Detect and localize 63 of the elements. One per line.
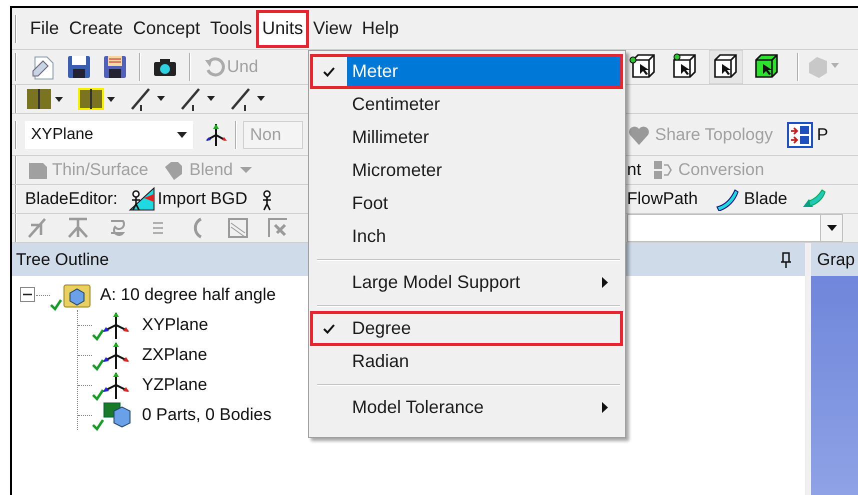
parameter-button[interactable]: P <box>786 122 828 148</box>
parameter-icon <box>786 122 813 148</box>
menu-label: Degree <box>352 317 412 340</box>
menu-item[interactable]: Micrometer <box>311 154 622 187</box>
axes-icon[interactable] <box>203 122 229 148</box>
menu-item[interactable]: Inch <box>311 220 622 253</box>
menu-item[interactable]: Radian <box>311 345 622 378</box>
menu-label: Radian <box>352 350 410 373</box>
menu-item[interactable]: Millimeter <box>311 121 622 154</box>
save-as-icon[interactable] <box>101 53 129 81</box>
check-icon <box>323 66 335 76</box>
submenu-arrow-icon <box>602 402 608 413</box>
menu-item[interactable]: Foot <box>311 187 622 220</box>
sketch-value: Non <box>250 124 282 146</box>
menu-item[interactable]: Units <box>257 10 308 46</box>
menu-item[interactable]: Model Tolerance <box>311 391 622 424</box>
menu-item[interactable]: Help <box>356 10 404 46</box>
import-bgd-button[interactable]: Import BGD <box>128 186 248 212</box>
menu-item[interactable]: Create <box>64 10 128 46</box>
tree-item[interactable]: YZPlane <box>142 372 208 398</box>
feature-button[interactable]: nt <box>627 157 642 183</box>
menu-label: Meter <box>352 60 398 83</box>
pin-icon[interactable] <box>781 252 791 268</box>
check-icon <box>323 324 335 334</box>
caret-icon <box>826 225 836 231</box>
menu-item[interactable]: Large Model Support <box>311 266 622 299</box>
menu-label: Millimeter <box>352 126 430 149</box>
caret-icon <box>240 167 252 173</box>
menu-label: Inch <box>352 225 386 248</box>
split-panel-icon[interactable] <box>25 86 65 112</box>
dropdown-field[interactable] <box>627 214 843 242</box>
blade-button[interactable]: Blade <box>714 186 788 212</box>
tree-item[interactable]: ZXPlane <box>142 342 208 368</box>
menu-label: Micrometer <box>352 159 442 182</box>
collapse-icon[interactable] <box>20 287 36 303</box>
undo-icon <box>203 56 225 78</box>
menu-item[interactable]: View <box>308 10 357 46</box>
blade-icon <box>714 187 740 211</box>
heart-icon <box>627 124 651 146</box>
toolbar-title: BladeEditor: <box>25 188 118 210</box>
menu-item[interactable]: File <box>25 10 64 46</box>
save-icon[interactable] <box>65 53 93 81</box>
tree-item[interactable]: 0 Parts, 0 Bodies <box>142 402 272 428</box>
figures-icon <box>128 186 156 212</box>
plane-value: XYPlane <box>31 124 94 144</box>
menu-item[interactable]: Degree <box>311 312 622 345</box>
flowpath-button[interactable]: FlowPath <box>627 186 698 212</box>
panel-title: Tree Outline <box>16 248 109 271</box>
plane-dropdown[interactable]: XYPlane <box>25 120 193 148</box>
panel-title: Grap <box>817 248 855 271</box>
menu-label: Centimeter <box>352 93 440 116</box>
menu-label: Large Model Support <box>352 271 520 294</box>
menu-item[interactable]: Tools <box>205 10 258 46</box>
tree-item[interactable]: A: 10 degree half angle <box>100 282 276 308</box>
split-panel-icon[interactable] <box>77 86 117 112</box>
menu-item[interactable]: Concept <box>128 10 206 46</box>
submenu-arrow-icon <box>602 277 608 288</box>
face-select-icon[interactable] <box>709 50 743 84</box>
caret-icon <box>177 132 187 138</box>
menu-item[interactable]: Centimeter <box>311 88 622 121</box>
menu-label: Foot <box>352 192 388 215</box>
tree-item[interactable]: XYPlane <box>142 312 208 338</box>
menu-label: Model Tolerance <box>352 396 484 419</box>
